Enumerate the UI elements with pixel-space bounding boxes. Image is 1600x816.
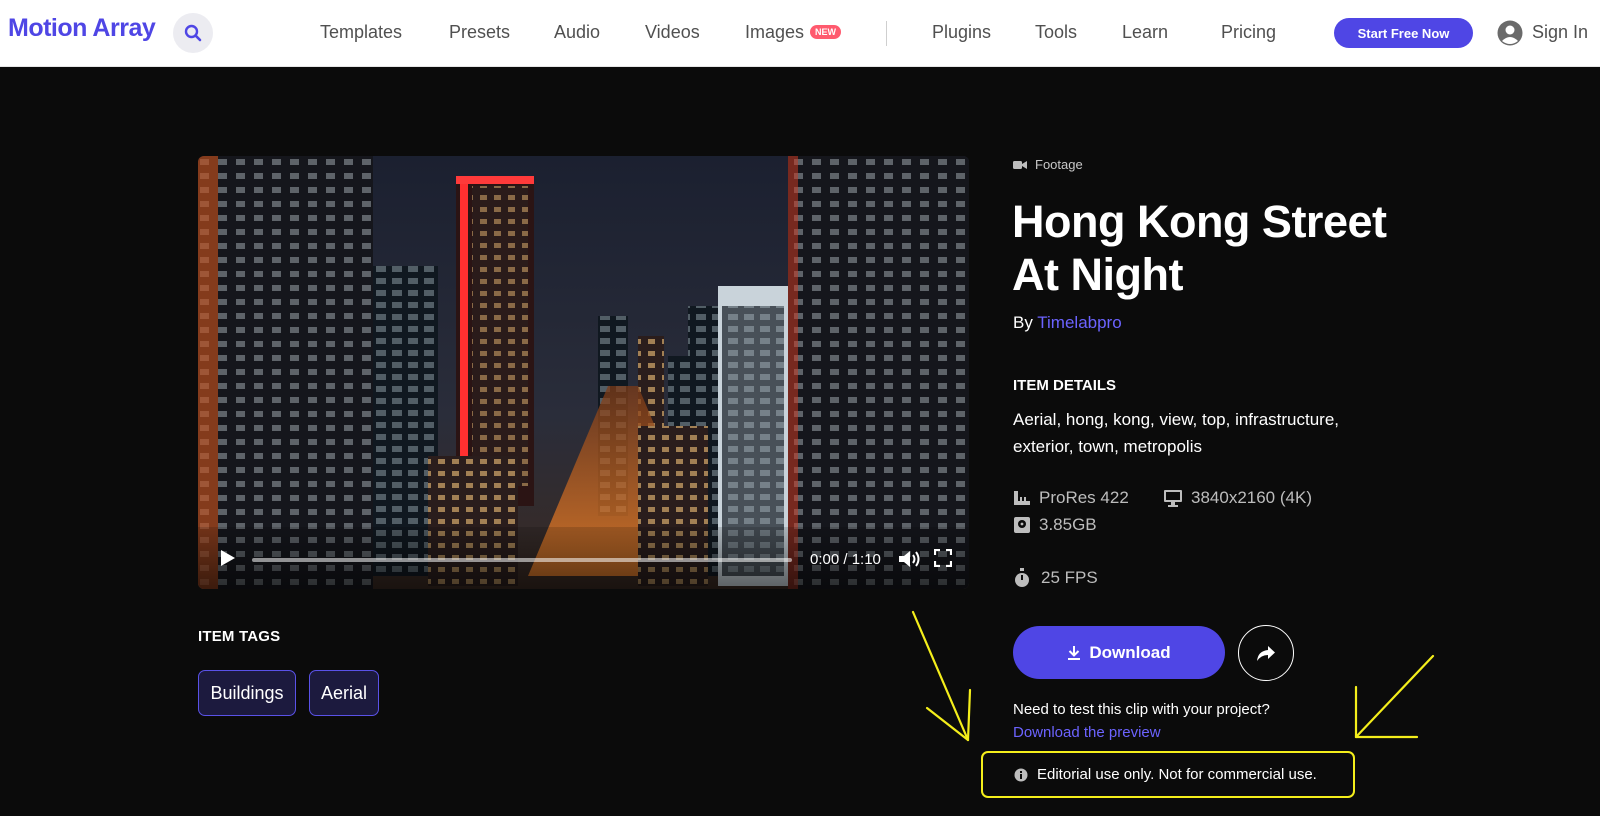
codec-icon [1014, 491, 1030, 505]
author-link[interactable]: Timelabpro [1037, 313, 1121, 332]
tag-buildings[interactable]: Buildings [198, 670, 296, 716]
info-icon [1014, 768, 1028, 781]
item-details-heading: ITEM DETAILS [1013, 377, 1117, 394]
video-player[interactable]: 0:00 / 1:10 [198, 156, 969, 589]
storage-icon [1014, 517, 1030, 533]
search-icon [184, 24, 202, 42]
size-value: 3.85GB [1039, 515, 1097, 534]
nav-divider [886, 21, 887, 46]
site-logo[interactable]: Motion Array [8, 14, 156, 43]
nav-plugins[interactable]: Plugins [932, 22, 991, 43]
fullscreen-icon[interactable] [934, 549, 952, 567]
share-button[interactable] [1238, 625, 1294, 681]
preview-question: Need to test this clip with your project… [1013, 701, 1270, 718]
category-label: Footage [1035, 157, 1083, 172]
download-label: Download [1089, 642, 1171, 662]
download-button[interactable]: Download [1013, 626, 1225, 679]
item-category: Footage [1013, 157, 1083, 172]
play-icon[interactable] [220, 549, 236, 567]
download-preview-link[interactable]: Download the preview [1013, 724, 1161, 741]
spec-resolution: 3840x2160 (4K) [1163, 488, 1312, 508]
item-byline: By Timelabpro [1013, 313, 1122, 333]
tag-aerial[interactable]: Aerial [309, 670, 379, 716]
search-button[interactable] [173, 13, 213, 53]
by-label: By [1013, 313, 1033, 332]
share-icon [1257, 645, 1275, 661]
item-tags-heading: ITEM TAGS [198, 628, 281, 645]
video-controls: 0:00 / 1:10 [198, 527, 969, 589]
top-header: Motion Array Templates Presets Audio Vid… [0, 0, 1600, 67]
codec-value: ProRes 422 [1039, 488, 1129, 507]
nav-templates[interactable]: Templates [320, 22, 402, 43]
editorial-text: Editorial use only. Not for commercial u… [1037, 766, 1317, 783]
editorial-notice: Editorial use only. Not for commercial u… [981, 751, 1355, 798]
spec-size: 3.85GB [1013, 515, 1097, 535]
start-free-button[interactable]: Start Free Now [1334, 18, 1473, 48]
nav-presets[interactable]: Presets [449, 22, 510, 43]
nav-learn[interactable]: Learn [1122, 22, 1168, 43]
annotation-arrow-left [911, 610, 972, 742]
video-progress-bar[interactable] [252, 558, 792, 562]
nav-audio[interactable]: Audio [554, 22, 600, 43]
item-keywords: Aerial, hong, kong, view, top, infrastru… [1013, 410, 1340, 456]
spec-codec: ProRes 422 [1013, 488, 1129, 508]
download-icon [1068, 646, 1081, 660]
nav-images-label: Images [745, 22, 805, 42]
volume-icon[interactable] [898, 549, 922, 569]
resolution-value: 3840x2160 (4K) [1191, 488, 1312, 507]
spec-fps: 25 FPS [1013, 568, 1098, 588]
user-avatar-icon[interactable] [1497, 20, 1523, 46]
video-thumbnail [198, 156, 969, 589]
new-badge: NEW [810, 25, 842, 39]
sign-in-link[interactable]: Sign In [1532, 22, 1588, 43]
stopwatch-icon [1015, 568, 1029, 587]
nav-videos[interactable]: Videos [645, 22, 700, 43]
monitor-icon [1164, 490, 1182, 507]
nav-pricing[interactable]: Pricing [1221, 22, 1276, 43]
nav-tools[interactable]: Tools [1035, 22, 1077, 43]
nav-images[interactable]: Images NEW [745, 22, 842, 43]
video-time: 0:00 / 1:10 [810, 551, 881, 568]
video-camera-icon [1013, 160, 1027, 169]
item-title: Hong Kong Street At Night [1012, 196, 1387, 300]
fps-value: 25 FPS [1041, 568, 1098, 587]
annotation-arrow-right [1354, 654, 1435, 739]
